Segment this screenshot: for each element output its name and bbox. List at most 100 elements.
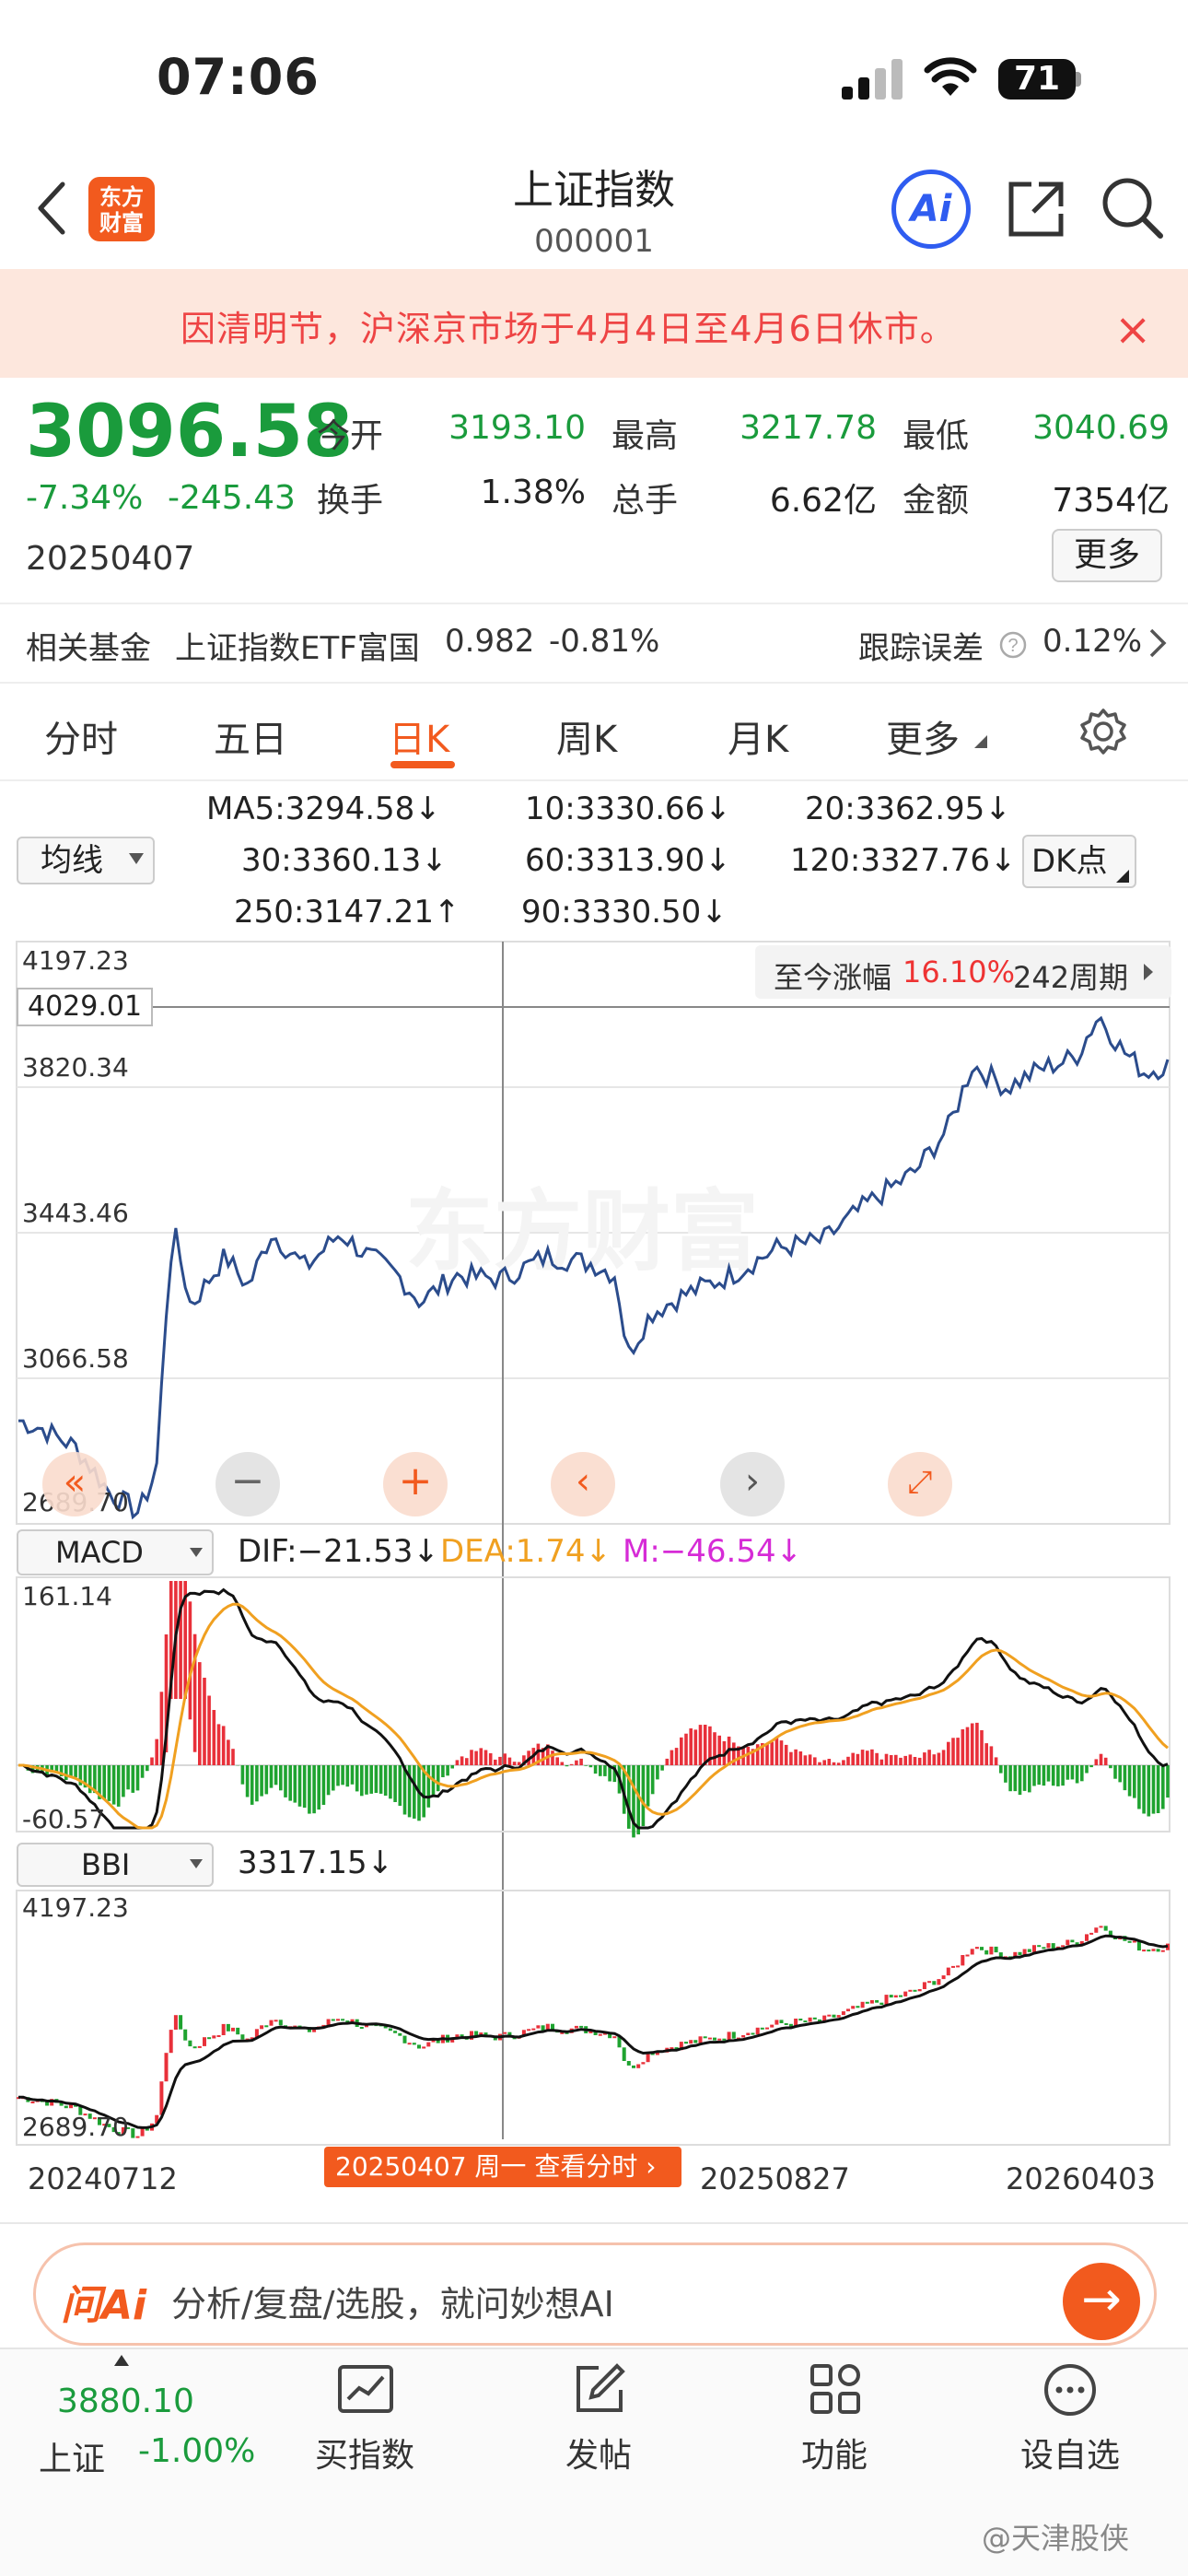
bbi-candle (1027, 1949, 1031, 1952)
zoom-out-icon[interactable]: − (215, 1452, 280, 1516)
bbi-candle (707, 2037, 712, 2040)
step-left-icon[interactable]: ‹ (551, 1452, 615, 1516)
macd-bar (646, 1765, 650, 1807)
bbi-candle (851, 2006, 856, 2009)
bbi-candle (803, 2020, 808, 2023)
macd-bar (1070, 1765, 1075, 1780)
nav-index-name[interactable]: 上证 (39, 2432, 105, 2480)
macd-bar (507, 1757, 512, 1765)
macd-bar (1137, 1765, 1141, 1809)
bbi-candle (808, 2017, 812, 2022)
macd-bar (632, 1765, 635, 1838)
macd-bar (836, 1762, 841, 1765)
macd-bar (379, 1765, 383, 1794)
bbi-candle (856, 2006, 860, 2008)
macd-bar (856, 1753, 860, 1765)
macd-bar (994, 1757, 998, 1765)
bbi-candle (1142, 1950, 1147, 1952)
macd-bar (345, 1765, 350, 1787)
nav-index-change[interactable]: -1.00% (138, 2432, 255, 2470)
more-dots-icon[interactable] (1042, 2362, 1098, 2418)
chart-trend-icon[interactable] (337, 2364, 394, 2414)
macd-bar (455, 1760, 460, 1765)
bbi-candle (860, 2001, 865, 2008)
macd-bar (808, 1754, 812, 1765)
macd-select[interactable]: MACD (17, 1529, 214, 1575)
bbi-candle (989, 1946, 994, 1955)
nav-index-value[interactable]: 3880.10 (57, 2383, 194, 2420)
kline-chart[interactable]: 东方财富 (0, 0, 1188, 2230)
macd-bar (1118, 1765, 1122, 1783)
macd-bar (474, 1751, 478, 1765)
ask-ai-placeholder[interactable]: 分析/复盘/选股，就问妙想AI (171, 2276, 614, 2326)
macd-bar (947, 1741, 950, 1765)
macd-bar (674, 1748, 679, 1765)
macd-bar (245, 1765, 250, 1797)
bbi-select[interactable]: BBI (17, 1843, 214, 1887)
bbi-candle (173, 2015, 178, 2030)
macd-bar (326, 1765, 331, 1796)
bbi-candle (1070, 1939, 1075, 1943)
macd-bar (1061, 1765, 1065, 1786)
bbi-candle (221, 2023, 226, 2035)
bbi-candle (784, 2023, 788, 2025)
edit-post-icon[interactable] (573, 2362, 626, 2416)
submit-arrow-icon[interactable]: → (1063, 2263, 1140, 2340)
bbi-candle (760, 2027, 764, 2030)
macd-bar (302, 1765, 307, 1809)
macd-bar (494, 1759, 497, 1765)
macd-bar (965, 1727, 970, 1765)
nav-post[interactable]: 发帖 (525, 2429, 672, 2476)
macd-bar (599, 1765, 602, 1776)
fullscreen-icon[interactable]: ⤢ (888, 1452, 952, 1516)
macd-bar (1113, 1765, 1117, 1779)
macd-bar (1032, 1765, 1036, 1786)
macd-bar (603, 1765, 607, 1776)
bbi-candle (689, 2040, 693, 2044)
macd-bar (512, 1762, 517, 1765)
nav-buy-index[interactable]: 买指数 (291, 2429, 438, 2476)
bbi-candle (903, 1991, 908, 1996)
macd-bar (111, 1765, 116, 1805)
macd-bar (465, 1758, 469, 1765)
macd-bar (179, 1581, 182, 1699)
macd-bar (813, 1757, 817, 1765)
macd-bar (198, 1662, 202, 1765)
macd-bar (1037, 1765, 1041, 1786)
macd-dif-value: DIF:−21.53↓ (238, 1533, 439, 1570)
macd-bar (212, 1710, 216, 1765)
macd-bar (203, 1678, 206, 1765)
zoom-in-icon[interactable]: + (383, 1452, 448, 1516)
bbi-candle (889, 1995, 893, 1998)
bbi-candle (727, 2032, 731, 2041)
nav-add-watchlist[interactable]: 设自选 (996, 2429, 1144, 2476)
macd-bar (216, 1724, 221, 1765)
macd-bar (565, 1765, 569, 1767)
bbi-candle (422, 2046, 426, 2049)
scroll-left-icon[interactable]: « (42, 1452, 107, 1516)
macd-bar (932, 1754, 937, 1765)
macd-bar (450, 1765, 454, 1769)
bbi-candle (1127, 1940, 1132, 1943)
macd-bar (684, 1733, 688, 1765)
macd-bar (941, 1750, 946, 1765)
grid-apps-icon[interactable] (809, 2362, 862, 2416)
divider (0, 2222, 1188, 2224)
macd-bar (917, 1757, 922, 1765)
macd-bar (297, 1765, 302, 1807)
macd-bar (555, 1757, 559, 1765)
macd-bar (393, 1765, 397, 1802)
bbi-candle (1103, 1926, 1108, 1931)
step-right-icon[interactable]: › (720, 1452, 785, 1516)
macd-bar (498, 1756, 502, 1765)
macd-bar (650, 1765, 655, 1795)
macd-bar (1094, 1759, 1099, 1765)
macd-bar (1166, 1765, 1170, 1798)
crosshair-date-tooltip[interactable]: 20250407 周一 查看分时 › (324, 2147, 681, 2187)
nav-functions[interactable]: 功能 (761, 2429, 908, 2476)
bbi-candle (1160, 1950, 1165, 1952)
bbi-y-top: 4197.23 (22, 1892, 129, 1923)
macd-bar (703, 1725, 707, 1765)
macd-bar (1133, 1765, 1136, 1798)
bbi-candle (226, 2023, 230, 2032)
